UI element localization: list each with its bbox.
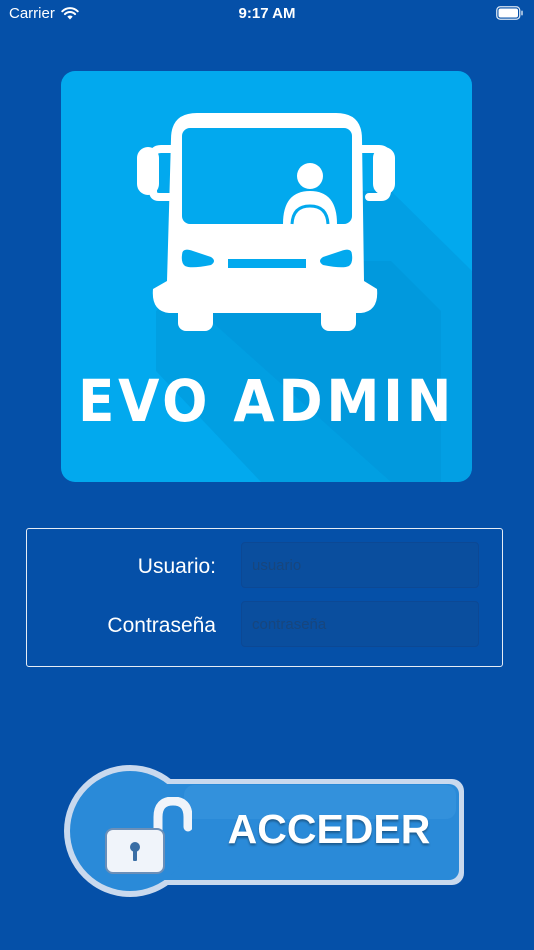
access-button-label: ACCEDER bbox=[227, 806, 431, 852]
unlocked-padlock-icon bbox=[105, 797, 192, 874]
logo-title: EVO ADMIN bbox=[77, 367, 456, 435]
status-bar: Carrier 9:17 AM bbox=[0, 0, 534, 28]
app-logo: EVO ADMIN bbox=[61, 71, 472, 482]
clock: 9:17 AM bbox=[238, 5, 296, 22]
password-label: Contraseña bbox=[107, 614, 216, 637]
login-form: Usuario: Contraseña bbox=[26, 528, 503, 667]
battery-icon bbox=[496, 6, 523, 20]
access-button[interactable]: ACCEDER bbox=[64, 765, 468, 897]
username-label: Usuario: bbox=[137, 555, 216, 578]
username-input[interactable] bbox=[241, 542, 479, 588]
password-input[interactable] bbox=[241, 601, 479, 647]
